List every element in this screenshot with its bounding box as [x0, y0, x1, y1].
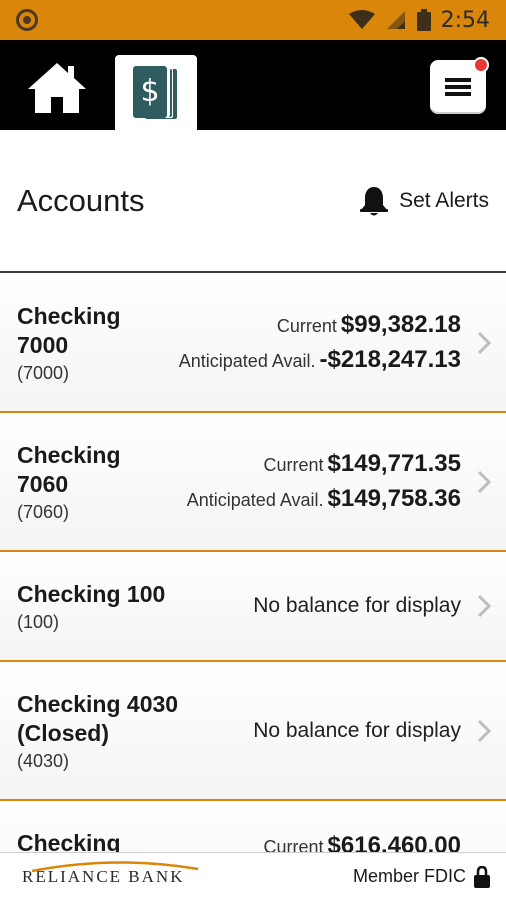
notification-badge: [473, 57, 489, 73]
current-balance: $99,382.18: [340, 311, 461, 338]
tab-accounts[interactable]: $: [115, 55, 197, 130]
clock-time: 2:54: [440, 7, 490, 33]
account-number: (100): [17, 611, 60, 632]
home-icon: [28, 63, 86, 113]
chevron-right-icon: [477, 331, 491, 355]
fdic-label: Member FDIC: [352, 866, 466, 886]
no-balance-text: No balance for display: [253, 718, 461, 742]
member-fdic: Member FDIC: [352, 865, 490, 888]
lock-icon: [474, 865, 490, 888]
account-name: Checking 100: [17, 580, 166, 607]
bell-icon: [360, 186, 389, 215]
account-row-100[interactable]: Checking 100 (100) No balance for displa…: [0, 552, 506, 662]
anticipated-balance: -$218,247.13: [319, 346, 461, 373]
set-alerts-button[interactable]: Set Alerts: [359, 185, 489, 217]
top-nav-bar: $: [0, 40, 506, 130]
account-row-7060[interactable]: Checking 7060 (7060) Current $149,771.35…: [0, 413, 506, 552]
menu-button[interactable]: [430, 57, 489, 114]
account-name-line2: (Closed): [17, 719, 109, 746]
account-name-line2: 7000: [17, 332, 69, 358]
chevron-right-icon: [477, 470, 491, 493]
notification-circle-icon: [16, 9, 38, 31]
no-balance-text: No balance for display: [253, 594, 461, 617]
signal-icon: [386, 11, 405, 29]
account-name: Checking: [17, 303, 121, 329]
status-bar: 2:54: [0, 0, 506, 40]
account-list: Checking 7000 (7000) Current $99,382.18 …: [0, 275, 506, 900]
account-number: (4030): [17, 750, 70, 771]
chevron-right-icon: [477, 594, 491, 618]
wifi-icon: [348, 10, 375, 29]
page-title: Accounts: [17, 182, 145, 218]
chevron-right-icon: [477, 719, 491, 742]
account-row-7000[interactable]: Checking 7000 (7000) Current $99,382.18 …: [0, 275, 506, 413]
account-number: (7060): [17, 501, 70, 522]
account-name: Checking 4030: [17, 690, 179, 717]
dollar-bills-icon: $: [133, 65, 177, 119]
anticipated-balance: $149,758.36: [327, 484, 461, 512]
account-name: Checking: [17, 441, 121, 468]
account-name-line2: 7060: [17, 470, 69, 497]
home-button[interactable]: [22, 58, 92, 118]
account-row-4030[interactable]: Checking 4030 (Closed) (4030) No balance…: [0, 662, 506, 801]
anticipated-label: Anticipated Avail.: [186, 489, 324, 510]
battery-icon: [416, 9, 431, 31]
hamburger-menu-icon: [445, 78, 471, 96]
set-alerts-label: Set Alerts: [399, 188, 489, 212]
anticipated-label: Anticipated Avail.: [178, 351, 316, 371]
current-label: Current: [263, 454, 324, 475]
footer: RELIANCE BANK Member FDIC: [0, 852, 506, 900]
current-balance: $149,771.35: [327, 449, 461, 477]
account-number: (7000): [17, 363, 70, 383]
reliance-bank-logo: RELIANCE BANK: [22, 860, 199, 887]
svg-text:$: $: [140, 74, 159, 109]
current-label: Current: [276, 316, 337, 336]
page-header: Accounts Set Alerts: [0, 130, 506, 273]
logo-swoosh-icon: [31, 860, 199, 872]
